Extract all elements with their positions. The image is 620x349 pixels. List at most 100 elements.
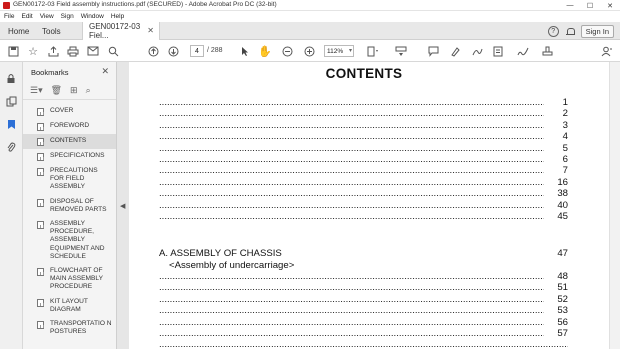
bookmark-item-disposal[interactable]: DISPOSAL OF REMOVED PARTS	[23, 195, 116, 217]
previous-page-icon[interactable]	[146, 44, 160, 58]
toc-entry[interactable]: ........................................…	[159, 316, 568, 329]
page-display-icon[interactable]	[366, 44, 380, 58]
upload-icon[interactable]	[46, 44, 60, 58]
bookmark-item-assembly-procedure[interactable]: ASSEMBLY PROCEDURE, ASSEMBLY EQUIPMENT A…	[23, 217, 116, 264]
bookmark-search-icon[interactable]: ⌕	[86, 85, 91, 96]
sign-icon[interactable]	[516, 44, 530, 58]
help-icon[interactable]: ?	[547, 26, 559, 37]
zoom-out-icon[interactable]	[280, 44, 294, 58]
toc-entry-page: 48	[544, 271, 568, 282]
highlight-pen-icon[interactable]	[448, 44, 462, 58]
toc-entry[interactable]: ........................................…	[159, 131, 568, 143]
navigation-rail	[0, 62, 23, 349]
menu-window[interactable]: Window	[81, 13, 104, 20]
email-icon[interactable]	[86, 44, 100, 58]
bookmark-icon	[37, 321, 44, 330]
toc-entry[interactable]: ........................................…	[159, 211, 568, 223]
toc-entry[interactable]: ........................................…	[159, 188, 568, 200]
bookmark-item-flowchart[interactable]: FLOWCHART OF MAIN ASSEMBLY PROCEDURE	[23, 264, 116, 295]
toc-entry[interactable]: ........................................…	[159, 165, 568, 177]
bookmark-item-contents[interactable]: CONTENTS	[23, 134, 116, 149]
minimize-button[interactable]: —	[560, 0, 580, 11]
toc-entry[interactable]: ........................................…	[159, 305, 568, 317]
bookmark-star-icon[interactable]: ☆	[26, 44, 40, 58]
toc-entry-page: 4	[544, 131, 568, 143]
main-toolbar: ☆ 4 / 288 ✋ 112% ▾	[0, 40, 620, 62]
zoom-in-icon[interactable]	[302, 44, 316, 58]
menu-sign[interactable]: Sign	[61, 13, 74, 20]
new-bookmark-icon[interactable]: ⊞	[70, 85, 78, 96]
attachments-paperclip-icon[interactable]	[5, 141, 17, 153]
toc-entry[interactable]: ........................................…	[159, 282, 568, 294]
right-scroll-strip[interactable]	[609, 62, 620, 349]
bookmarks-header: Bookmarks ✕	[23, 62, 116, 82]
collapse-arrow-icon[interactable]: ◀	[120, 202, 125, 210]
tab-document[interactable]: GEN00172-03 Fiel... ✕	[82, 22, 160, 40]
bookmark-icon	[37, 153, 44, 161]
menu-view[interactable]: View	[40, 13, 54, 20]
text-edit-icon[interactable]	[492, 44, 506, 58]
close-tab-icon[interactable]: ✕	[147, 26, 154, 35]
tab-home[interactable]: Home	[8, 22, 29, 40]
toc-entry[interactable]: ........................................…	[159, 154, 568, 166]
panel-splitter[interactable]: ◀	[117, 62, 129, 349]
print-icon[interactable]	[66, 44, 80, 58]
toc-entry-page: 52	[544, 293, 568, 305]
delete-bookmark-icon[interactable]: 🗑	[51, 85, 62, 96]
close-panel-icon[interactable]: ✕	[101, 66, 109, 77]
bookmark-item-foreword[interactable]: FOREWORD	[23, 119, 116, 134]
toc-entry[interactable]: ........................................…	[159, 142, 568, 155]
tab-tools[interactable]: Tools	[42, 22, 61, 40]
page-thumbnails-icon[interactable]	[5, 95, 17, 107]
toc-leader-dots: ........................................…	[159, 328, 568, 339]
bookmark-icon	[37, 268, 44, 277]
page-count: / 288	[207, 47, 223, 54]
save-icon[interactable]	[6, 44, 20, 58]
select-cursor-icon[interactable]	[238, 44, 252, 58]
tab-bar: Home Tools GEN00172-03 Fiel... ✕ ? Sign …	[0, 22, 620, 40]
comment-icon[interactable]	[426, 44, 440, 58]
toc-entry[interactable]: ........................................…	[159, 293, 568, 306]
close-window-button[interactable]: ✕	[600, 0, 620, 11]
menu-file[interactable]: File	[4, 13, 14, 20]
notification-bell-icon[interactable]	[565, 27, 575, 37]
toc-entry-page: 51	[544, 282, 568, 294]
toc-entry[interactable]: ........................................…	[159, 119, 568, 132]
bookmark-item-transportation[interactable]: TRANSPORTATIO N POSTURES	[23, 317, 116, 339]
bookmark-label: TRANSPORTATIO N POSTURES	[50, 320, 112, 336]
toc-entry[interactable]: ........................................…	[159, 108, 568, 120]
toc-leader-dots: ........................................…	[159, 199, 568, 211]
toc-leader-dots: ........................................…	[159, 305, 568, 317]
zoom-level-select[interactable]: 112% ▾	[324, 45, 354, 57]
menu-edit[interactable]: Edit	[21, 13, 32, 20]
toc-entry[interactable]: ........................................…	[159, 271, 568, 283]
stamp-icon[interactable]	[540, 44, 554, 58]
menu-help[interactable]: Help	[111, 13, 124, 20]
contents-heading: CONTENTS	[325, 66, 403, 81]
toc-entry[interactable]: ........................................…	[159, 339, 568, 349]
toc-entry[interactable]: ........................................…	[159, 328, 568, 340]
bookmarks-panel-icon[interactable]	[5, 118, 17, 130]
bookmark-item-precautions[interactable]: PRECAUTIONS FOR FIELD ASSEMBLY	[23, 164, 116, 195]
search-icon[interactable]	[106, 44, 120, 58]
toc-entry[interactable]: ........................................…	[159, 199, 568, 212]
bookmark-item-kit-layout[interactable]: KIT LAYOUT DIAGRAM	[23, 295, 116, 317]
bookmarks-panel: Bookmarks ✕ ☰▾ 🗑 ⊞ ⌕ COVER FOREWORD CONT…	[23, 62, 117, 349]
hand-tool-icon[interactable]: ✋	[258, 44, 272, 58]
toc-section-a[interactable]: A. ASSEMBLY OF CHASSIS 47	[159, 248, 568, 260]
toc-entry[interactable]: ........................................…	[159, 97, 568, 109]
lock-icon[interactable]	[5, 72, 17, 84]
sign-in-button[interactable]: Sign In	[580, 25, 614, 38]
toc-entry[interactable]: ........................................…	[159, 176, 568, 189]
toc-leader-dots: ........................................…	[159, 293, 568, 305]
page-number-input[interactable]: 4	[190, 45, 204, 57]
maximize-button[interactable]: ☐	[580, 0, 600, 11]
bookmark-item-specifications[interactable]: SPECIFICATIONS	[23, 149, 116, 164]
scrolling-mode-icon[interactable]	[394, 44, 408, 58]
bookmark-item-cover[interactable]: COVER	[23, 104, 116, 119]
next-page-icon[interactable]	[166, 44, 180, 58]
draw-icon[interactable]	[470, 44, 484, 58]
share-user-icon[interactable]	[600, 44, 614, 58]
bookmarks-title: Bookmarks	[31, 67, 69, 77]
bookmark-options-icon[interactable]: ☰▾	[30, 85, 43, 96]
